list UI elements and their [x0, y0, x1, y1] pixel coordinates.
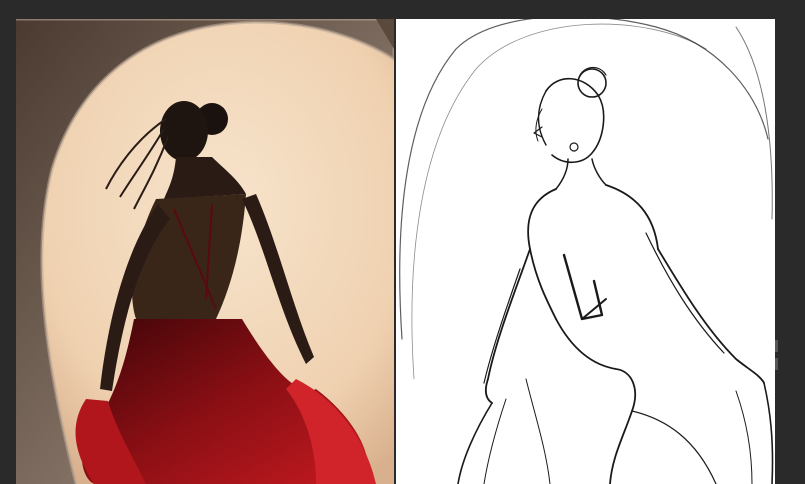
line-sketch	[396, 19, 775, 484]
reference-photo-panel	[16, 19, 394, 484]
reference-photo	[16, 19, 394, 484]
scroll-marker	[775, 340, 778, 352]
scroll-marker	[775, 358, 778, 370]
reference-workspace	[0, 0, 805, 484]
canvas-right-margin	[775, 19, 805, 484]
sketch-panel	[396, 19, 775, 484]
